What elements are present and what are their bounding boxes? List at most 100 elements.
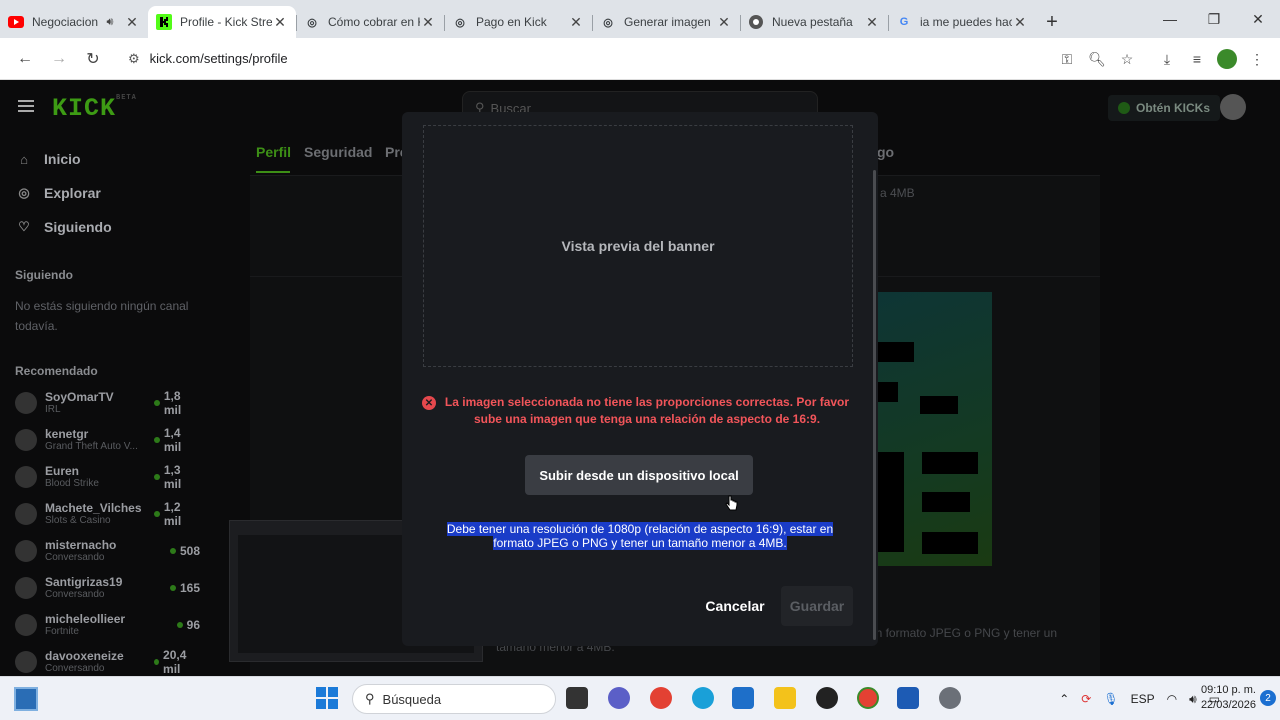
task-view-icon[interactable] — [566, 687, 588, 709]
kick-logo[interactable]: KICKBETA — [52, 94, 137, 123]
recommended-channel[interactable]: misternacho Conversando 508 — [0, 532, 210, 569]
user-avatar[interactable] — [1220, 94, 1246, 120]
close-tab-icon[interactable]: ✕ — [420, 14, 436, 31]
channel-info: micheleollieer Fortnite — [45, 612, 154, 637]
banner-preview-dropzone[interactable]: Vista previa del banner — [423, 125, 853, 367]
browser-tab[interactable]: G ia me puedes hacer ✕ — [888, 6, 1036, 38]
widgets-icon[interactable] — [14, 687, 38, 711]
back-button[interactable]: ← — [8, 42, 42, 76]
password-key-icon[interactable]: ⚿ — [1052, 42, 1082, 76]
speaker-icon[interactable]: 🔊︎ — [102, 16, 118, 29]
chevron-up-icon[interactable]: ⌃ — [1059, 692, 1069, 706]
sidebar-item-inicio[interactable]: ⌂ Inicio — [0, 142, 210, 176]
zoom-icon[interactable]: 🔍︎ — [1082, 42, 1112, 76]
close-tab-icon[interactable]: ✕ — [716, 14, 732, 31]
channel-avatar — [15, 650, 37, 673]
recommended-channel[interactable]: micheleollieer Fortnite 96 — [0, 606, 210, 643]
chrome-active-icon[interactable] — [857, 687, 879, 709]
url-field[interactable]: ⚙ kick.com/settings/profile — [116, 42, 1016, 76]
recommended-heading: Recomendado — [15, 364, 98, 378]
forward-button[interactable]: → — [42, 42, 76, 76]
channel-category: Conversando — [45, 663, 105, 674]
chrome-icon[interactable] — [650, 687, 672, 709]
teams-icon[interactable] — [608, 687, 630, 709]
wifi-icon[interactable]: ◠ — [1167, 692, 1177, 706]
sidebar-item-siguiendo[interactable]: ♡ Siguiendo — [0, 210, 210, 244]
hamburger-menu-icon[interactable] — [18, 100, 34, 112]
language-indicator[interactable]: ESP — [1131, 692, 1155, 706]
channel-avatar — [15, 428, 37, 451]
bookmark-star-icon[interactable]: ☆ — [1112, 42, 1142, 76]
clock[interactable]: 09:10 p. m. 22/03/2026 — [1201, 683, 1256, 713]
volume-icon[interactable]: 🔊︎ — [1189, 692, 1197, 707]
channel-category: Slots & Casino — [45, 515, 111, 526]
notification-badge[interactable]: 2 — [1260, 690, 1276, 706]
following-empty-text: No estás siguiendo ningún canal todavía. — [15, 299, 189, 333]
get-kicks-label: Obtén KICKs — [1136, 101, 1211, 115]
browser-tab[interactable]: Nueva pestaña ✕ — [740, 6, 888, 38]
recommended-channel[interactable]: Machete_Vilches Slots & Casino 1,2 mil — [0, 495, 210, 532]
media-control-icon[interactable]: ≡ — [1182, 42, 1212, 76]
search-icon: ⚲ — [365, 691, 375, 706]
tab-seguridad[interactable]: Seguridad — [304, 144, 372, 160]
channel-category: Conversando — [45, 589, 105, 600]
recommended-channel[interactable]: Euren Blood Strike 1,3 mil — [0, 458, 210, 495]
browser-tab[interactable]: Negociacion 🔊︎ ✕ — [0, 6, 148, 38]
recommended-channel[interactable]: SoyOmarTV IRL 1,8 mil — [0, 384, 210, 421]
beta-badge: BETA — [116, 94, 137, 102]
upload-local-button[interactable]: Subir desde un dispositivo local — [525, 455, 753, 495]
microphone-icon[interactable]: 🎙︎ — [1103, 692, 1118, 706]
settings-icon[interactable] — [939, 687, 961, 709]
recommended-channel[interactable]: kenetgr Grand Theft Auto V... 1,4 mil — [0, 421, 210, 458]
restore-button[interactable]: ❐ — [1192, 0, 1236, 38]
kicks-coin-icon — [1118, 102, 1130, 114]
time: 09:10 p. m. — [1200, 684, 1256, 696]
get-kicks-button[interactable]: Obtén KICKs — [1108, 95, 1221, 121]
recommended-channel[interactable]: davooxeneize Conversando 20,4 mil — [0, 643, 210, 676]
close-tab-icon[interactable]: ✕ — [568, 14, 584, 31]
sync-icon[interactable]: ⟳ — [1081, 692, 1091, 706]
reload-button[interactable]: ↻ — [76, 42, 110, 76]
browser-tab-active[interactable]: Profile - Kick Streaming ✕ — [148, 6, 296, 38]
tab-pagos[interactable]: go — [877, 144, 894, 160]
viewer-count: 20,4 mil — [154, 648, 210, 676]
close-tab-icon[interactable]: ✕ — [272, 14, 288, 31]
channel-info: Euren Blood Strike — [45, 464, 154, 489]
cancel-button[interactable]: Cancelar — [696, 586, 774, 626]
close-tab-icon[interactable]: ✕ — [1012, 14, 1028, 31]
browser-tab[interactable]: ◎ Pago en Kick ✕ — [444, 6, 592, 38]
channel-avatar — [15, 391, 37, 414]
edge-icon[interactable] — [692, 687, 714, 709]
word-icon[interactable] — [897, 687, 919, 709]
file-explorer-icon[interactable] — [774, 687, 796, 709]
site-info-icon[interactable]: ⚙ — [128, 51, 140, 67]
scrollbar[interactable] — [873, 170, 876, 640]
profile-avatar[interactable] — [1217, 49, 1237, 69]
minimize-button[interactable]: — — [1148, 0, 1192, 38]
tab-title: Nueva pestaña — [772, 15, 853, 29]
close-tab-icon[interactable]: ✕ — [124, 14, 140, 31]
close-tab-icon[interactable]: ✕ — [864, 14, 880, 31]
banner-preview-label: Vista previa del banner — [561, 238, 715, 254]
following-heading: Siguiendo — [15, 268, 73, 282]
menu-kebab-icon[interactable]: ⋮ — [1242, 42, 1272, 76]
taskbar-search[interactable]: ⚲ Búsqueda — [352, 684, 556, 714]
download-icon[interactable]: ⤓ — [1152, 42, 1182, 76]
channel-info: SoyOmarTV IRL — [45, 390, 154, 415]
browser-tab[interactable]: ◎ Cómo cobrar en Kick ✕ — [296, 6, 444, 38]
viewer-count: 1,8 mil — [154, 389, 210, 417]
start-button[interactable] — [316, 687, 338, 709]
channel-name: davooxeneize — [45, 649, 124, 663]
sidebar-item-explorar[interactable]: ◎ Explorar — [0, 176, 210, 210]
error-message: ✕ La imagen seleccionada no tiene las pr… — [422, 394, 858, 428]
store-icon[interactable] — [732, 687, 754, 709]
close-window-button[interactable]: ✕ — [1236, 0, 1280, 38]
recommended-channel[interactable]: Santigrizas19 Conversando 165 — [0, 569, 210, 606]
save-button[interactable]: Guardar — [781, 586, 853, 626]
chrome-icon — [748, 14, 764, 30]
new-tab-button[interactable]: + — [1036, 6, 1068, 38]
app-icon[interactable] — [816, 687, 838, 709]
tab-perfil[interactable]: Perfil — [256, 144, 291, 173]
browser-tab[interactable]: ◎ Generar imagen ✕ — [592, 6, 740, 38]
channel-avatar — [15, 576, 37, 599]
